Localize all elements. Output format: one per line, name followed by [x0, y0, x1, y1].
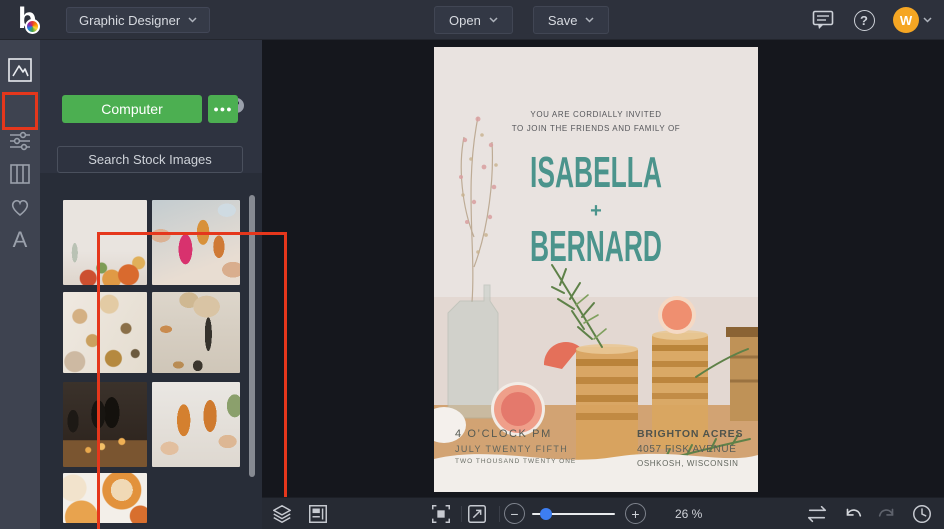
- chevron-down-icon: [188, 17, 197, 23]
- save-button[interactable]: Save: [532, 6, 610, 34]
- chevron-down-icon: [585, 17, 594, 23]
- zoom-out-glyph: −: [510, 505, 519, 522]
- zoom-slider-handle[interactable]: [540, 508, 552, 520]
- resize-canvas-icon[interactable]: [465, 502, 489, 526]
- stock-thumbnail[interactable]: [152, 200, 240, 285]
- redo-icon[interactable]: [875, 502, 899, 526]
- image-manager-panel: IMAGE MANAGER ? Computer ●●● Search Stoc…: [40, 40, 287, 529]
- zoom-out-icon[interactable]: −: [504, 503, 525, 524]
- more-sources-button[interactable]: ●●●: [208, 95, 238, 123]
- feedback-comment-icon[interactable]: [811, 8, 835, 32]
- help-icon[interactable]: ?: [852, 8, 876, 32]
- sidebar-item-favorites[interactable]: [4, 191, 36, 223]
- top-bar: b Graphic Designer Open Save ? W: [0, 0, 944, 40]
- app-menu-label: Graphic Designer: [79, 12, 181, 28]
- poster-time: 4 O’CLOCK PM: [455, 428, 552, 440]
- toolbar-divider: [499, 506, 500, 522]
- poster-name-bottom: BERNARD: [530, 222, 662, 271]
- sidebar-item-layouts[interactable]: [4, 158, 36, 190]
- stock-thumbnail[interactable]: [63, 473, 147, 523]
- poster-venue: BRIGHTON ACRES: [637, 428, 744, 440]
- swap-arrows-icon[interactable]: [805, 502, 829, 526]
- account-menu[interactable]: W: [893, 7, 932, 33]
- color-wheel-icon: [25, 19, 40, 34]
- text-tool-glyph: A: [12, 227, 28, 252]
- design-poster[interactable]: YOU ARE CORDIALLY INVITED TO JOIN THE FR…: [434, 47, 758, 492]
- save-button-label: Save: [547, 12, 578, 28]
- zoom-in-glyph: +: [631, 505, 640, 522]
- poster-date-line1: JULY TWENTY FIFTH: [455, 444, 569, 454]
- stock-thumbnail[interactable]: [63, 200, 147, 285]
- open-button[interactable]: Open: [434, 6, 513, 34]
- zoom-level: 26 %: [675, 507, 703, 521]
- undo-icon[interactable]: [841, 502, 865, 526]
- poster-address-line2: OSHKOSH, WISCONSIN: [637, 459, 739, 468]
- fit-to-screen-icon[interactable]: [429, 502, 453, 526]
- history-icon[interactable]: [910, 502, 934, 526]
- sidebar-item-edit[interactable]: [4, 125, 36, 157]
- stock-thumbnail[interactable]: [63, 292, 147, 373]
- stock-thumbnail[interactable]: [152, 382, 240, 467]
- poster-event-time-block: 4 O’CLOCK PM JULY TWENTY FIFTH TWO THOUS…: [455, 428, 576, 465]
- chevron-down-icon: [923, 17, 932, 23]
- ellipsis-icon: ●●●: [213, 104, 233, 114]
- canvas-toolbar: − + 26 %: [262, 497, 944, 529]
- sidebar-item-text[interactable]: A: [4, 224, 36, 256]
- befunky-logo[interactable]: b: [16, 2, 46, 36]
- poster-address-line1: 4057 FISK AVENUE: [637, 444, 737, 455]
- search-stock-images-button[interactable]: Search Stock Images: [57, 146, 243, 173]
- panel-scrollbar[interactable]: [249, 195, 255, 477]
- avatar: W: [893, 7, 919, 33]
- computer-upload-button[interactable]: Computer: [62, 95, 202, 123]
- app-menu-button[interactable]: Graphic Designer: [66, 7, 211, 33]
- poster-plus: +: [590, 200, 602, 222]
- zoom-slider[interactable]: [532, 508, 615, 520]
- help-glyph: ?: [860, 12, 868, 28]
- open-button-label: Open: [449, 12, 481, 28]
- layers-icon[interactable]: [270, 502, 294, 526]
- stock-thumbnail[interactable]: [152, 292, 240, 373]
- poster-date-line2: TWO THOUSAND TWENTY ONE: [455, 458, 577, 465]
- templates-icon[interactable]: [306, 502, 330, 526]
- tool-rail: A: [0, 40, 40, 529]
- poster-invite-line2: TO JOIN THE FRIENDS AND FAMILY OF: [511, 124, 681, 133]
- graphic-designer-app: b Graphic Designer Open Save ? W A Compu…: [0, 0, 944, 529]
- canvas-area[interactable]: YOU ARE CORDIALLY INVITED TO JOIN THE FR…: [262, 40, 944, 497]
- poster-name-top: ISABELLA: [530, 148, 662, 197]
- stock-thumbnails-grid: [63, 200, 240, 529]
- toolbar-divider: [461, 506, 462, 522]
- chevron-down-icon: [489, 17, 498, 23]
- poster-invite-line1: YOU ARE CORDIALLY INVITED: [530, 110, 662, 119]
- stock-thumbnail[interactable]: [63, 382, 147, 467]
- poster-venue-block: BRIGHTON ACRES 4057 FISK AVENUE OSHKOSH,…: [637, 428, 747, 468]
- sidebar-item-image-manager[interactable]: [4, 54, 36, 86]
- zoom-in-icon[interactable]: +: [625, 503, 646, 524]
